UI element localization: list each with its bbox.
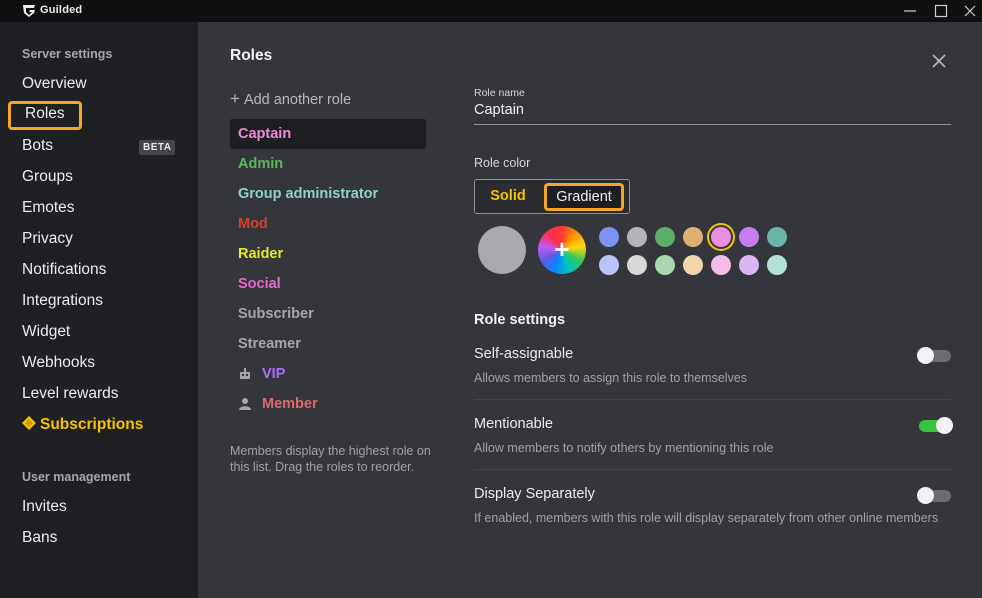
sidebar-item-subscriptions-label: Subscriptions	[40, 416, 144, 433]
sidebar-item-emotes[interactable]: Emotes	[22, 196, 75, 220]
color-swatch[interactable]	[739, 227, 759, 247]
color-swatch[interactable]	[739, 255, 759, 275]
toggle-knob	[917, 487, 934, 504]
title-bar: Guilded	[0, 0, 982, 22]
sidebar-item-notifications[interactable]: Notifications	[22, 258, 106, 282]
window-close-icon	[964, 5, 976, 17]
role-list-item[interactable]: Social	[230, 269, 426, 299]
minimize-icon	[904, 10, 916, 12]
role-name: VIP	[262, 366, 286, 382]
plus-icon: +	[230, 89, 240, 108]
solid-mode-button[interactable]: Solid	[480, 184, 536, 209]
color-swatch[interactable]	[767, 227, 787, 247]
sidebar-item-widget[interactable]: Widget	[22, 320, 70, 344]
sidebar-item-webhooks[interactable]: Webhooks	[22, 351, 95, 375]
sidebar-item-subscriptions[interactable]: Subscriptions	[22, 413, 143, 437]
color-swatch[interactable]	[683, 227, 703, 247]
color-swatch[interactable]	[627, 255, 647, 275]
minimize-button[interactable]	[895, 0, 925, 22]
maximize-icon	[934, 4, 948, 18]
sidebar-item-overview[interactable]: Overview	[22, 72, 87, 96]
color-swatch[interactable]	[655, 255, 675, 275]
robot-icon	[240, 368, 250, 380]
app-name: Guilded	[40, 4, 83, 16]
color-swatch[interactable]	[711, 255, 731, 275]
roles-settings-panel: Roles + Add another role Captain Admin Grou…	[198, 22, 982, 598]
display-separately-title: Display Separately	[474, 486, 595, 502]
color-swatch[interactable]	[599, 255, 619, 275]
mentionable-toggle[interactable]	[919, 417, 953, 434]
settings-sidebar: Server settings Overview Roles Bots BETA…	[0, 22, 198, 598]
color-swatch[interactable]	[599, 227, 619, 247]
guilded-logo-icon	[23, 5, 35, 17]
role-name-label: Role name	[474, 87, 525, 99]
role-list-item[interactable]: Admin	[230, 149, 426, 179]
sidebar-item-roles[interactable]: Roles	[8, 101, 82, 130]
sidebar-item-groups[interactable]: Groups	[22, 165, 73, 189]
mentionable-desc: Allow members to notify others by mentio…	[474, 441, 774, 455]
display-separately-toggle[interactable]	[917, 487, 951, 504]
beta-badge: BETA	[139, 140, 176, 155]
user-management-heading: User management	[22, 470, 131, 484]
sidebar-item-privacy[interactable]: Privacy	[22, 227, 73, 251]
gradient-mode-button[interactable]: Gradient	[544, 183, 624, 211]
divider	[474, 469, 951, 470]
divider	[474, 399, 951, 400]
role-name: Social	[238, 276, 281, 292]
color-swatch[interactable]	[711, 227, 731, 247]
maximize-button[interactable]	[926, 0, 956, 22]
role-name: Mod	[238, 216, 268, 232]
display-separately-desc: If enabled, members with this role will …	[474, 511, 939, 525]
server-settings-heading: Server settings	[22, 47, 113, 61]
role-list-item[interactable]: Captain	[230, 119, 426, 149]
add-role-button[interactable]: + Add another role	[230, 89, 351, 109]
toggle-knob	[917, 347, 934, 364]
color-swatch[interactable]	[683, 255, 703, 275]
toggle-knob	[936, 417, 953, 434]
role-name-input[interactable]: Captain	[474, 102, 951, 125]
plus-icon: +	[554, 234, 570, 264]
self-assignable-desc: Allows members to assign this role to th…	[474, 371, 748, 385]
role-list-item[interactable]: VIP	[230, 359, 426, 389]
subscription-diamond-icon	[22, 416, 36, 430]
color-swatch[interactable]	[655, 227, 675, 247]
role-name: Streamer	[238, 336, 301, 352]
mentionable-title: Mentionable	[474, 416, 553, 432]
role-list-item[interactable]: Streamer	[230, 329, 426, 359]
role-list-item[interactable]: Member	[230, 389, 426, 419]
color-mode-toggle: Solid Gradient	[474, 179, 630, 214]
sidebar-item-invites[interactable]: Invites	[22, 495, 67, 519]
sidebar-item-level-rewards[interactable]: Level rewards	[22, 382, 119, 406]
page-title: Roles	[230, 47, 273, 64]
self-assignable-title: Self-assignable	[474, 346, 574, 362]
add-role-label: Add another role	[243, 92, 352, 108]
self-assignable-toggle[interactable]	[917, 347, 951, 364]
role-list-item[interactable]: Raider	[230, 239, 426, 269]
role-settings-heading: Role settings	[474, 312, 566, 328]
roles-note: Members display the highest role on this…	[230, 444, 431, 474]
role-name: Raider	[238, 246, 284, 262]
sidebar-item-integrations[interactable]: Integrations	[22, 289, 103, 313]
role-name: Member	[262, 396, 318, 412]
sidebar-item-bans[interactable]: Bans	[22, 526, 57, 550]
role-name: Subscriber	[238, 306, 314, 322]
window-close-button[interactable]	[955, 0, 982, 22]
user-icon	[239, 398, 251, 411]
current-color-preview[interactable]	[478, 226, 526, 274]
color-swatch[interactable]	[767, 255, 787, 275]
role-list-item[interactable]: Mod	[230, 209, 426, 239]
color-swatch[interactable]	[627, 227, 647, 247]
role-name: Group administrator	[238, 186, 379, 202]
role-name: Admin	[238, 156, 284, 172]
role-name: Captain	[238, 126, 292, 142]
role-list-item[interactable]: Group administrator	[230, 179, 426, 209]
role-list-item[interactable]: Subscriber	[230, 299, 426, 329]
close-icon[interactable]	[930, 52, 948, 70]
role-color-label: Role color	[474, 156, 531, 170]
custom-color-picker-button[interactable]: +	[538, 226, 586, 274]
sidebar-item-bots[interactable]: Bots	[22, 134, 53, 158]
